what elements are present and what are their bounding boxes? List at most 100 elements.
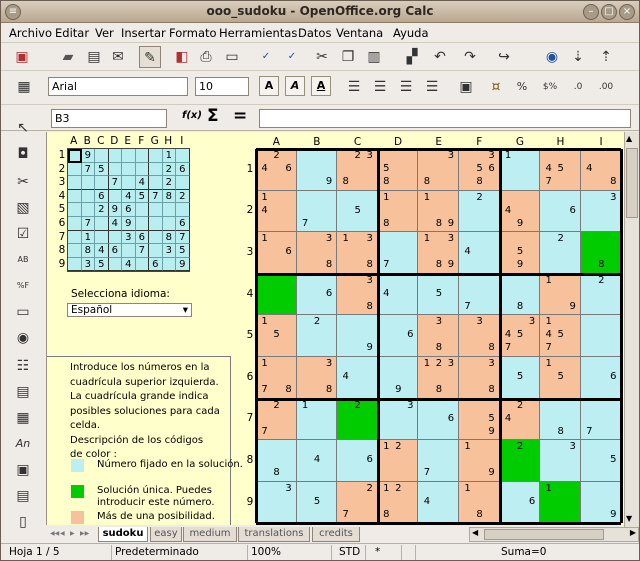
list-box-icon[interactable]: ☷: [12, 355, 34, 377]
small-grid-cell[interactable]: [149, 230, 163, 245]
name-box[interactable]: B3: [51, 109, 167, 128]
navigator-icon[interactable]: ↪: [493, 46, 515, 68]
minimize-icon[interactable]: –: [583, 4, 599, 20]
big-grid-cell[interactable]: 2: [337, 398, 378, 441]
small-grid-cell[interactable]: [135, 149, 149, 163]
small-grid-cell[interactable]: 8: [162, 189, 176, 204]
small-grid-cell[interactable]: 5: [176, 244, 190, 258]
small-grid-cell[interactable]: [162, 203, 176, 217]
big-grid-cell[interactable]: 27: [256, 398, 297, 441]
small-grid-cell[interactable]: 5: [95, 257, 109, 272]
big-grid-cell[interactable]: 1 3 89: [418, 232, 459, 274]
big-grid-cell[interactable]: 3: [256, 481, 297, 524]
sum-button[interactable]: Σ: [207, 106, 219, 126]
small-grid-cell[interactable]: [68, 203, 82, 217]
styles-icon[interactable]: ▦: [13, 76, 35, 98]
big-grid-cell[interactable]: 6: [296, 273, 338, 316]
menu-datos[interactable]: Datos: [298, 26, 331, 40]
big-grid-cell[interactable]: 8: [580, 232, 622, 274]
copy-icon[interactable]: ❐: [337, 46, 359, 68]
small-grid-cell[interactable]: [108, 189, 122, 204]
small-grid-cell[interactable]: [95, 230, 109, 245]
sheet-tab[interactable]: easy: [150, 527, 182, 542]
big-grid-cell[interactable]: 5: [499, 357, 541, 399]
sheet-tab[interactable]: credits: [312, 527, 360, 542]
scroll-thumb[interactable]: [626, 148, 638, 218]
small-grid-cell[interactable]: [162, 257, 176, 272]
tab-nav-icon[interactable]: ▶: [70, 530, 75, 537]
radio-icon[interactable]: ◉: [12, 327, 34, 349]
big-grid-cell[interactable]: 5: [418, 273, 459, 316]
big-grid-cell[interactable]: 14: [256, 190, 297, 233]
big-grid-cell[interactable]: 1 89: [418, 190, 459, 233]
big-grid-cell[interactable]: 457: [540, 149, 581, 191]
function-wizard-button[interactable]: f(x): [182, 110, 202, 121]
small-grid-cell[interactable]: 5: [95, 162, 109, 177]
big-grid-cell[interactable]: 7: [580, 398, 622, 441]
big-grid-cell[interactable]: 18: [459, 481, 500, 524]
small-grid-cell[interactable]: 3: [81, 257, 95, 272]
big-grid-cell[interactable]: 2: [580, 273, 622, 316]
small-grid-cell[interactable]: [122, 162, 136, 177]
small-grid-cell[interactable]: 4: [122, 189, 136, 204]
big-grid-cell[interactable]: 5: [296, 481, 338, 524]
save-icon[interactable]: ▤: [83, 46, 105, 68]
sort-descending-icon[interactable]: ⇡: [595, 46, 617, 68]
mail-icon[interactable]: ✉: [107, 46, 129, 68]
big-grid-cell[interactable]: 4: [296, 440, 338, 482]
big-grid-cell[interactable]: 2: [459, 190, 500, 233]
small-grid-cell[interactable]: 6: [149, 257, 163, 272]
small-grid-cell[interactable]: 9: [176, 257, 190, 272]
menu-archivo[interactable]: Archivo: [9, 26, 52, 40]
new-document-icon[interactable]: ▣: [11, 46, 33, 68]
big-grid-cell[interactable]: 5: [580, 440, 622, 482]
underline-button[interactable]: A: [311, 76, 331, 96]
align-center-icon[interactable]: ☰: [369, 76, 391, 98]
big-grid-cell[interactable]: 9: [377, 357, 419, 399]
edit-file-icon[interactable]: ✎: [139, 46, 161, 68]
small-grid-cell[interactable]: [162, 217, 176, 231]
align-left-icon[interactable]: ☰: [343, 76, 365, 98]
spreadsheet-area[interactable]: 91752674264578229674961368784673535469 S…: [46, 132, 624, 525]
big-grid-cell[interactable]: 16: [256, 232, 297, 274]
small-grid-cell[interactable]: [95, 217, 109, 231]
big-grid-cell[interactable]: 12: [377, 440, 419, 482]
big-grid-cell[interactable]: 7: [377, 232, 419, 274]
small-grid-cell[interactable]: 8: [81, 244, 95, 258]
small-grid-cell[interactable]: 7: [135, 244, 149, 258]
big-grid-cell[interactable]: 38: [459, 357, 500, 399]
big-grid-cell[interactable]: 9: [580, 481, 622, 524]
menu-formato[interactable]: Formato: [169, 26, 217, 40]
big-grid-cell[interactable]: 38: [337, 273, 378, 316]
small-grid-cell[interactable]: [68, 244, 82, 258]
small-grid-cell[interactable]: [176, 176, 190, 190]
small-grid-cell[interactable]: [135, 162, 149, 177]
format-paintbrush-icon[interactable]: ▞: [401, 46, 423, 68]
small-grid-cell[interactable]: 4: [95, 244, 109, 258]
big-grid-cell[interactable]: 3: [580, 190, 622, 233]
small-grid-cell[interactable]: [68, 257, 82, 272]
small-grid-cell[interactable]: 7: [176, 230, 190, 245]
small-grid-cell[interactable]: 7: [81, 162, 95, 177]
big-grid-cell[interactable]: 19: [540, 273, 581, 316]
scroll-up-icon[interactable]: ▲: [626, 134, 632, 143]
font-work-icon[interactable]: An: [12, 433, 34, 455]
merge-cells-icon[interactable]: ▣: [455, 76, 477, 98]
menu-editar[interactable]: Editar: [55, 26, 89, 40]
big-grid-cell[interactable]: 2: [540, 232, 581, 274]
small-grid-cell[interactable]: [149, 149, 163, 163]
language-select[interactable]: Español ▾: [67, 303, 192, 317]
font-size-box[interactable]: 10: [195, 77, 249, 96]
small-grid-cell[interactable]: 2: [176, 189, 190, 204]
big-grid-cell[interactable]: 24: [499, 398, 541, 441]
big-grid-cell[interactable]: 7: [418, 440, 459, 482]
small-grid-cell[interactable]: [135, 257, 149, 272]
big-grid-cell[interactable]: 59: [499, 232, 541, 274]
small-grid-cell[interactable]: 9: [122, 217, 136, 231]
big-grid-cell[interactable]: 3: [377, 398, 419, 441]
scroll-left-icon[interactable]: ◀: [472, 528, 478, 537]
small-grid-cell[interactable]: [149, 162, 163, 177]
print-icon[interactable]: ⎙: [195, 46, 217, 68]
scroll-down-icon[interactable]: ▼: [626, 514, 632, 523]
big-grid-cell[interactable]: 8: [256, 440, 297, 482]
